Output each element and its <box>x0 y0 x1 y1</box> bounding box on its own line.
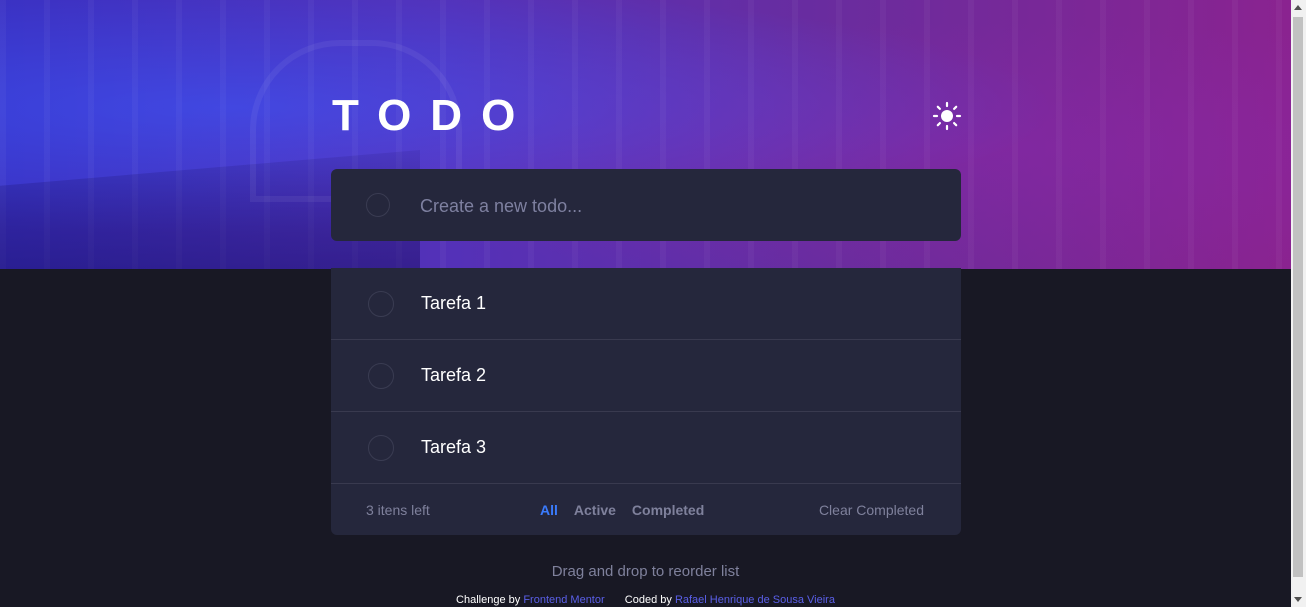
challenge-label: Challenge by <box>456 594 521 606</box>
frontend-mentor-link[interactable]: Frontend Mentor <box>523 594 604 606</box>
new-todo-bar <box>331 169 961 241</box>
scrollbar-thumb[interactable] <box>1293 17 1303 577</box>
list-footer: 3 itens left All Active Completed Clear … <box>331 484 961 535</box>
theme-toggle-button[interactable] <box>932 101 962 131</box>
drag-hint: Drag and drop to reorder list <box>551 563 740 580</box>
todo-checkbox[interactable] <box>368 291 394 317</box>
app-title: TODO <box>332 91 535 140</box>
clear-completed-button[interactable]: Clear Completed <box>819 502 924 518</box>
todo-checkbox[interactable] <box>368 363 394 389</box>
todo-item[interactable]: Tarefa 3 <box>331 412 961 484</box>
todo-text: Tarefa 2 <box>421 365 487 385</box>
todo-app: TODO Tarefa 1 Tarefa 2 <box>0 0 1306 607</box>
scroll-down-icon[interactable] <box>1294 597 1302 602</box>
todo-checkbox[interactable] <box>368 435 394 461</box>
scroll-up-icon[interactable] <box>1294 5 1302 10</box>
new-todo-input[interactable] <box>418 189 922 223</box>
todo-item[interactable]: Tarefa 2 <box>331 340 961 412</box>
attribution: Challenge by Frontend Mentor Coded by Ra… <box>0 594 1291 606</box>
todo-text: Tarefa 3 <box>421 437 487 457</box>
items-left-count: 3 itens left <box>366 502 430 518</box>
todo-list: Tarefa 1 Tarefa 2 Tarefa 3 3 itens left … <box>331 268 961 535</box>
author-link[interactable]: Rafael Henrique de Sousa Vieira <box>675 594 835 606</box>
todo-item[interactable]: Tarefa 1 <box>331 268 961 340</box>
filter-group: All Active Completed <box>540 502 704 518</box>
filter-all[interactable]: All <box>540 502 558 518</box>
todo-text: Tarefa 1 <box>421 293 487 313</box>
filter-completed[interactable]: Completed <box>632 502 704 518</box>
coded-by-label: Coded by <box>624 594 672 606</box>
filter-active[interactable]: Active <box>574 502 616 518</box>
vertical-scrollbar[interactable] <box>1291 0 1306 607</box>
sun-icon <box>932 101 962 131</box>
new-todo-checkbox[interactable] <box>366 193 390 217</box>
